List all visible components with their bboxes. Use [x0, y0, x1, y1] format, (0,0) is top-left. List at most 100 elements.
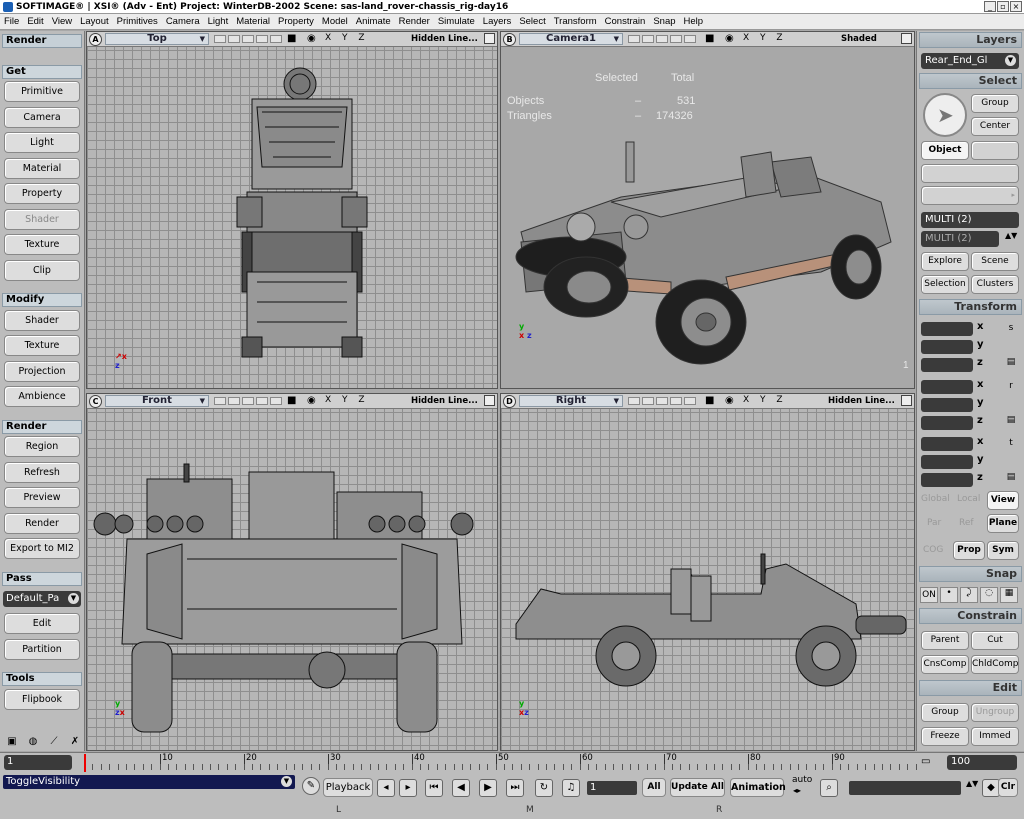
parent-button[interactable]: Parent — [921, 631, 969, 650]
get-shader-button[interactable]: Shader — [4, 209, 80, 230]
get-texture-button[interactable]: Texture — [4, 234, 80, 255]
light-button[interactable]: Light — [4, 132, 80, 153]
snap-surface-icon[interactable]: ◌ — [980, 587, 998, 603]
cut-button[interactable]: Cut — [971, 631, 1019, 650]
translate-z-field[interactable] — [921, 473, 973, 487]
viewport-front[interactable]: C Front ▼ ■ ◉ X Y Z Hidden Line... y zx — [86, 393, 498, 751]
maximize-button[interactable]: ▫ — [997, 1, 1009, 12]
spin-arrows-icon[interactable]: ▲▼ — [966, 779, 978, 788]
modify-shader-button[interactable]: Shader — [4, 310, 80, 331]
property-button[interactable]: Property — [4, 183, 80, 204]
menu-file[interactable]: File — [0, 14, 23, 29]
immed-button[interactable]: Immed — [971, 727, 1019, 746]
selection-button[interactable]: Selection — [921, 275, 969, 294]
pass-edit-button[interactable]: Edit — [4, 613, 80, 634]
snap-grid-icon[interactable]: ▦ — [1000, 587, 1018, 603]
scale-options-icon[interactable]: ▤ — [1005, 357, 1017, 371]
first-frame-icon[interactable]: ⏮ — [425, 779, 443, 797]
flipbook-button[interactable]: Flipbook — [4, 689, 80, 710]
menu-snap[interactable]: Snap — [649, 14, 679, 29]
menu-simulate[interactable]: Simulate — [434, 14, 479, 29]
play-forward-icon[interactable]: ▶ — [479, 779, 497, 797]
transform-header[interactable]: Transform — [919, 299, 1022, 315]
select-object-button[interactable]: Object — [921, 141, 969, 160]
selection-name-field[interactable]: MULTI (2) — [921, 212, 1019, 228]
translate-options-icon[interactable]: ▤ — [1005, 472, 1017, 486]
partition-button[interactable]: Partition — [4, 639, 80, 660]
menu-select[interactable]: Select — [515, 14, 549, 29]
rotate-options-icon[interactable]: ▤ — [1005, 415, 1017, 429]
viewport-right[interactable]: D Right ▼ ■ ◉ X Y Z Hidden Line... y xz — [500, 393, 915, 751]
edit-group-button[interactable]: Group — [921, 703, 969, 722]
play-backward-icon[interactable]: ◀ — [452, 779, 470, 797]
select-arrow-tool[interactable]: ➤ — [923, 93, 967, 137]
menu-constrain[interactable]: Constrain — [601, 14, 650, 29]
updown-arrows-icon[interactable]: ▲▼ — [1005, 231, 1017, 240]
snap-point-icon[interactable]: • — [940, 587, 958, 603]
pass-dropdown[interactable]: Default_Pa ▼ — [3, 591, 81, 607]
camera-button[interactable]: Camera — [4, 107, 80, 128]
scale-x-field[interactable] — [921, 322, 973, 336]
preview-button[interactable]: Preview — [4, 487, 80, 508]
prop-button[interactable]: Prop — [953, 541, 985, 560]
export-mi2-button[interactable]: Export to MI2 — [4, 538, 80, 559]
global-toggle[interactable]: Global — [921, 494, 950, 504]
snap-on-toggle[interactable]: ON — [920, 587, 938, 603]
menu-material[interactable]: Material — [232, 14, 274, 29]
ref-toggle[interactable]: Ref — [959, 518, 974, 528]
auto-key-label[interactable]: auto — [792, 775, 812, 785]
menu-render[interactable]: Render — [395, 14, 434, 29]
clip-button[interactable]: Clip — [4, 260, 80, 281]
menu-layers[interactable]: Layers — [479, 14, 516, 29]
snap-header[interactable]: Snap — [919, 566, 1022, 582]
close-button[interactable]: × — [1010, 1, 1022, 12]
rotate-z-field[interactable] — [921, 416, 973, 430]
edit-header[interactable]: Edit — [919, 680, 1022, 696]
par-toggle[interactable]: Par — [927, 518, 941, 528]
current-frame-field[interactable]: 1 — [587, 781, 637, 795]
scene-explorer-icon[interactable]: ▣ — [3, 736, 21, 750]
primitive-button[interactable]: Primitive — [4, 81, 80, 102]
loop-icon[interactable]: ↻ — [535, 779, 553, 797]
update-all-button[interactable]: Update All — [670, 778, 725, 797]
clear-button[interactable]: Clr — [998, 778, 1018, 797]
material-sphere-icon[interactable]: ◍ — [24, 736, 42, 750]
scale-tool-button[interactable]: s — [1005, 323, 1017, 337]
menu-edit[interactable]: Edit — [23, 14, 47, 29]
rotate-tool-button[interactable]: r — [1005, 381, 1017, 395]
scale-z-field[interactable] — [921, 358, 973, 372]
layers-header[interactable]: Layers — [919, 32, 1022, 48]
rotate-x-field[interactable] — [921, 380, 973, 394]
menu-primitives[interactable]: Primitives — [113, 14, 162, 29]
plane-toggle[interactable]: Plane — [987, 514, 1019, 533]
audio-icon[interactable]: ♫ — [562, 779, 580, 797]
translate-x-field[interactable] — [921, 437, 973, 451]
layer-dropdown[interactable]: Rear_End_Gl ▼ — [921, 53, 1019, 69]
timeline-options-icon[interactable]: ▭ — [921, 756, 930, 767]
freeze-button[interactable]: Freeze — [921, 727, 969, 746]
start-frame-field[interactable]: 1 — [4, 755, 72, 770]
menu-layout[interactable]: Layout — [76, 14, 113, 29]
animation-key-field[interactable] — [849, 781, 961, 795]
select-group-button[interactable]: Group — [971, 94, 1019, 113]
modify-texture-button[interactable]: Texture — [4, 335, 80, 356]
ungroup-button[interactable]: Ungroup — [971, 703, 1019, 722]
auto-key-arrows-icon[interactable]: ◂▸ — [793, 786, 801, 795]
scene-button[interactable]: Scene — [971, 252, 1019, 271]
cnscomp-button[interactable]: CnsComp — [921, 655, 969, 674]
next-key-icon[interactable]: ▸ — [399, 779, 417, 797]
viewport-camera[interactable]: B Camera1 ▼ ■ ◉ X Y Z Shaded Selected Tot… — [500, 31, 915, 389]
pose-tool-icon[interactable]: ✗ — [66, 736, 84, 750]
menu-animate[interactable]: Animate — [352, 14, 395, 29]
menu-light[interactable]: Light — [204, 14, 233, 29]
menu-view[interactable]: View — [48, 14, 76, 29]
explore-button[interactable]: Explore — [921, 252, 969, 271]
view-toggle[interactable]: View — [987, 491, 1019, 510]
region-button[interactable]: Region — [4, 436, 80, 457]
select-blank-button[interactable] — [971, 141, 1019, 160]
selection-type-field[interactable]: MULTI (2) — [921, 231, 999, 247]
select-center-button[interactable]: Center — [971, 117, 1019, 136]
menu-model[interactable]: Model — [318, 14, 352, 29]
translate-y-field[interactable] — [921, 455, 973, 469]
select-header[interactable]: Select — [919, 73, 1022, 89]
